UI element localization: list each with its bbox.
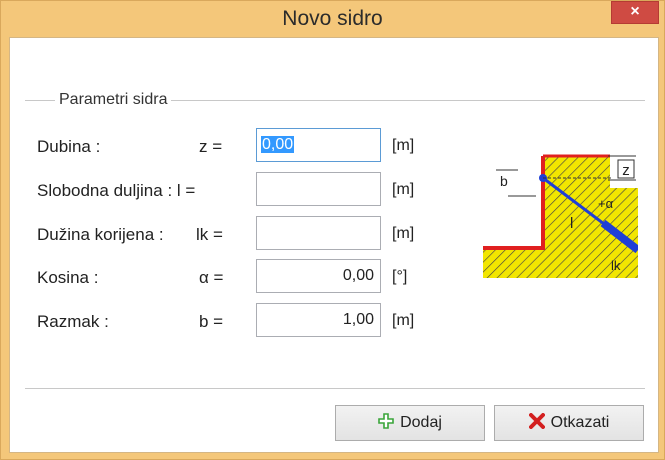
depth-value: 0,00 — [261, 136, 295, 153]
group-legend: Parametri sidra — [55, 91, 172, 109]
spacing-symbol: b = — [199, 312, 224, 331]
anchor-diagram: z b +α l lk — [483, 154, 638, 278]
depth-symbol: z = — [199, 137, 223, 156]
inclination-label: Kosina : — [37, 268, 99, 287]
diagram-label-b: b — [500, 173, 508, 189]
inclination-unit: [°] — [392, 268, 408, 285]
spacing-unit: [m] — [392, 312, 415, 329]
diagram-label-l: l — [570, 215, 573, 232]
soil-lower-area — [483, 248, 543, 278]
cancel-button[interactable]: Otkazati — [494, 405, 644, 441]
free-length-label: Slobodna duljina : l = — [37, 181, 196, 200]
depth-input[interactable]: 0,00 — [256, 128, 381, 162]
diagram-label-alpha: +α — [598, 196, 614, 211]
dialog-title: Novo sidro — [282, 7, 383, 30]
close-button[interactable]: × — [611, 1, 659, 24]
root-length-label: Dužina korijena : — [37, 225, 164, 244]
spacing-label: Razmak : — [37, 312, 109, 331]
spacing-value: 1,00 — [342, 311, 374, 328]
root-length-input[interactable] — [256, 216, 381, 250]
root-length-unit: [m] — [392, 225, 415, 242]
depth-label: Dubina : — [37, 137, 101, 156]
add-button[interactable]: Dodaj — [335, 405, 485, 441]
close-icon: × — [630, 3, 640, 20]
add-button-label: Dodaj — [400, 414, 442, 431]
inclination-input[interactable]: 0,00 — [256, 259, 381, 293]
diagram-label-lk: lk — [611, 258, 621, 273]
free-length-unit: [m] — [392, 181, 415, 198]
spacing-input[interactable]: 1,00 — [256, 303, 381, 337]
cancel-button-label: Otkazati — [550, 414, 610, 431]
group-divider — [25, 388, 645, 389]
diagram-label-z: z — [622, 162, 630, 179]
root-length-symbol: lk = — [196, 225, 223, 244]
plus-icon — [378, 412, 394, 434]
title-bar[interactable]: Novo sidro × — [1, 1, 664, 37]
inclination-symbol: α = — [199, 268, 224, 287]
x-icon — [528, 412, 545, 434]
inclination-value: 0,00 — [342, 267, 374, 284]
free-length-input[interactable] — [256, 172, 381, 206]
depth-unit: [m] — [392, 137, 415, 154]
